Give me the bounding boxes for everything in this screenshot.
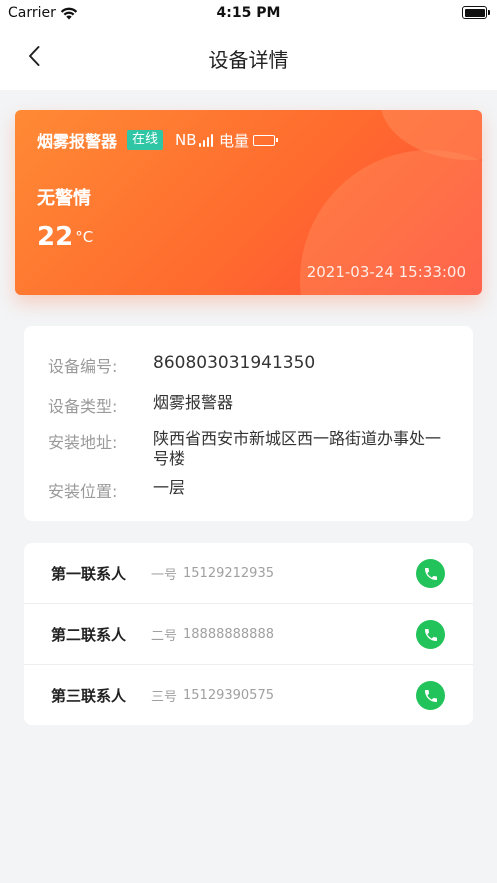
contact-phone: 15129390575 <box>183 688 274 703</box>
contact-row: 第一联系人 一号 15129212935 <box>24 543 473 604</box>
status-bar: Carrier 4:15 PM <box>0 0 497 26</box>
info-label: 安装地址: <box>48 433 118 452</box>
info-row-device-type: 设备类型: 烟雾报警器 <box>48 393 453 417</box>
device-info-card: 设备编号: 860803031941350 设备类型: 烟雾报警器 安装地址: … <box>24 326 473 521</box>
info-label: 设备类型: <box>48 397 118 416</box>
device-name: 烟雾报警器 <box>37 132 118 151</box>
contact-title: 第一联系人 <box>51 564 127 583</box>
contact-phone: 18888888888 <box>183 626 274 642</box>
decorative-circle <box>380 110 482 160</box>
signal-strength-icon <box>198 133 214 147</box>
call-button[interactable] <box>416 559 445 588</box>
update-timestamp: 2021-03-24 15:33:00 <box>306 263 466 281</box>
temperature-unit: °C <box>75 228 94 246</box>
call-button[interactable] <box>416 620 445 649</box>
alarm-status: 无警情 <box>37 188 91 209</box>
info-row-install-address: 安装地址: 陕西省西安市新城区西一路街道办事处一号楼 <box>48 429 453 469</box>
contact-phone: 15129212935 <box>183 565 274 581</box>
phone-icon <box>424 689 437 702</box>
contact-title: 第三联系人 <box>51 687 127 705</box>
page-title: 设备详情 <box>208 48 289 72</box>
contact-name: 二号 <box>151 628 178 644</box>
info-value: 860803031941350 <box>153 353 316 373</box>
temperature-readout: 22 °C <box>37 222 93 252</box>
contact-name: 三号 <box>151 690 178 705</box>
contact-name: 一号 <box>151 567 178 583</box>
call-button[interactable] <box>416 681 445 710</box>
contact-row: 第三联系人 三号 15129390575 <box>24 665 473 726</box>
phone-icon <box>424 567 437 580</box>
status-time: 4:15 PM <box>216 5 281 21</box>
online-status-badge: 在线 <box>127 130 164 150</box>
info-row-install-location: 安装位置: 一层 <box>48 478 453 502</box>
info-value: 一层 <box>153 478 186 497</box>
nav-bar: 设备详情 <box>0 26 497 90</box>
device-header: 烟雾报警器 在线 NB 电量 <box>37 128 279 152</box>
device-status-card: 烟雾报警器 在线 NB 电量 无警情 22 °C 2021-03-24 15:3… <box>15 110 482 295</box>
battery-icon <box>462 6 490 19</box>
phone-icon <box>424 628 437 641</box>
contact-title: 第二联系人 <box>51 625 127 644</box>
battery-level-icon <box>253 134 279 146</box>
info-label: 设备编号: <box>48 357 118 376</box>
network-label: NB <box>175 131 197 149</box>
info-value: 陕西省西安市新城区西一路街道办事处一号楼 <box>153 429 442 468</box>
info-row-device-id: 设备编号: 860803031941350 <box>48 353 453 377</box>
contacts-card: 第一联系人 一号 15129212935 第二联系人 二号 1888888888… <box>24 543 473 725</box>
info-value: 烟雾报警器 <box>153 393 234 412</box>
info-label: 安装位置: <box>48 482 118 501</box>
contact-row: 第二联系人 二号 18888888888 <box>24 604 473 665</box>
temperature-value: 22 <box>37 222 74 252</box>
battery-label: 电量 <box>219 131 250 150</box>
